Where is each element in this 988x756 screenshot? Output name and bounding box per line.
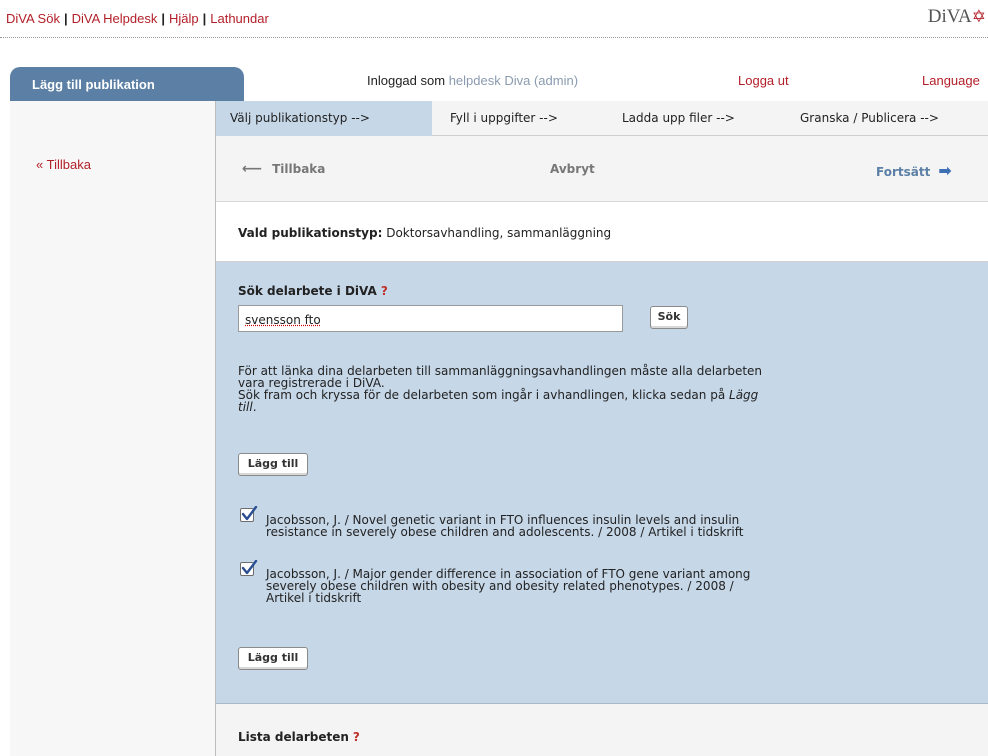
separator: |: [202, 11, 207, 26]
nav-cancel-button[interactable]: Avbryt: [550, 162, 595, 176]
checkmark-icon: [241, 506, 258, 521]
instruction-line: till.: [238, 401, 858, 413]
list-title-text: Lista delarbeten: [238, 730, 349, 744]
result-checkbox[interactable]: [240, 560, 258, 576]
nav-next-button[interactable]: Fortsätt ➡: [876, 161, 952, 180]
checkmark-icon: [241, 560, 258, 575]
diva-logo[interactable]: DiVA✡: [928, 6, 986, 28]
nav-next-label: Fortsätt: [876, 165, 931, 179]
help-icon[interactable]: ?: [353, 730, 360, 744]
list-section: Lista delarbeten?: [216, 704, 988, 756]
search-result-item: Jacobsson, J. / Novel genetic variant in…: [240, 506, 850, 538]
publication-type-value: Doktorsavhandling, sammanläggning: [386, 226, 612, 240]
navigation-row: ⟵ Tillbaka Avbryt Fortsätt ➡: [216, 136, 988, 202]
tab-lagg-till-publikation[interactable]: Lägg till publikation: [10, 67, 244, 101]
step-valj-publikationstyp[interactable]: Välj publikationstyp -->: [216, 101, 432, 136]
search-input[interactable]: svensson fto: [238, 305, 623, 332]
search-instructions: För att länka dina delarbeten till samma…: [238, 365, 858, 413]
separator: |: [63, 11, 68, 26]
instruction-text: Sök fram och kryssa för de delarbeten so…: [238, 388, 726, 402]
add-button-top[interactable]: Lägg till: [238, 453, 308, 476]
language-link[interactable]: Language: [922, 73, 980, 88]
selected-publication-type: Vald publikationstyp: Doktorsavhandling,…: [216, 202, 988, 262]
search-button[interactable]: Sök: [650, 306, 688, 329]
step-fyll-i-uppgifter[interactable]: Fyll i uppgifter -->: [450, 101, 558, 136]
arrow-right-icon: ➡: [938, 161, 952, 180]
star-icon: ✡: [971, 7, 986, 26]
arrow-left-icon: ⟵: [242, 161, 263, 177]
logo-text: DiVA: [927, 6, 972, 27]
top-bar: DiVA Sök | DiVA Helpdesk | Hjälp | Lathundar D…: [0, 0, 988, 38]
result-text: Jacobsson, J. / Novel genetic variant in…: [266, 514, 850, 538]
search-panel: Sök delarbete i DiVA? svensson fto Sök F…: [216, 262, 988, 704]
logout-link[interactable]: Logga ut: [738, 73, 789, 88]
back-link[interactable]: « Tillbaka: [36, 157, 91, 172]
top-link-diva-sok[interactable]: DiVA Sök: [6, 11, 60, 26]
search-result-item: Jacobsson, J. / Major gender difference …: [240, 560, 850, 604]
publication-type-label: Vald publikationstyp:: [238, 226, 383, 240]
search-title-text: Sök delarbete i DiVA: [238, 284, 377, 298]
instruction-emphasis: till: [238, 400, 253, 414]
publication-type-line: Vald publikationstyp: Doktorsavhandling,…: [238, 226, 611, 240]
step-bar: Välj publikationstyp --> Fyll i uppgifte…: [216, 101, 988, 136]
result-line: Artikel i tidskrift: [266, 591, 362, 605]
step-ladda-upp-filer[interactable]: Ladda upp filer -->: [622, 101, 735, 136]
search-title: Sök delarbete i DiVA?: [238, 284, 388, 298]
logged-in-label: Inloggad som: [367, 73, 446, 88]
separator: |: [161, 11, 165, 26]
instruction-emphasis: Lägg: [729, 388, 759, 402]
top-links: DiVA Sök | DiVA Helpdesk | Hjälp | Lathundar: [6, 11, 269, 26]
add-button-bottom[interactable]: Lägg till: [238, 647, 308, 670]
nav-back-label: Tillbaka: [272, 162, 326, 176]
top-link-lathundar[interactable]: Lathundar: [210, 11, 269, 26]
user-name: helpdesk Diva (admin): [448, 73, 579, 88]
list-title: Lista delarbeten?: [238, 730, 360, 744]
top-link-hjalp[interactable]: Hjälp: [169, 11, 199, 26]
result-checkbox[interactable]: [240, 506, 258, 522]
instruction-text: .: [252, 400, 257, 414]
top-link-diva-helpdesk[interactable]: DiVA Helpdesk: [72, 11, 158, 26]
step-granska-publicera[interactable]: Granska / Publicera -->: [800, 101, 939, 136]
result-text: Jacobsson, J. / Major gender difference …: [266, 568, 850, 604]
help-icon[interactable]: ?: [381, 284, 388, 298]
left-sidebar: « Tillbaka: [10, 101, 216, 756]
instruction-line: Sök fram och kryssa för de delarbeten so…: [238, 389, 858, 401]
logged-in-info: Inloggad som helpdesk Diva (admin): [367, 73, 578, 88]
nav-back-button[interactable]: ⟵ Tillbaka: [242, 161, 325, 177]
result-line: resistance in severely obese children an…: [266, 525, 744, 539]
